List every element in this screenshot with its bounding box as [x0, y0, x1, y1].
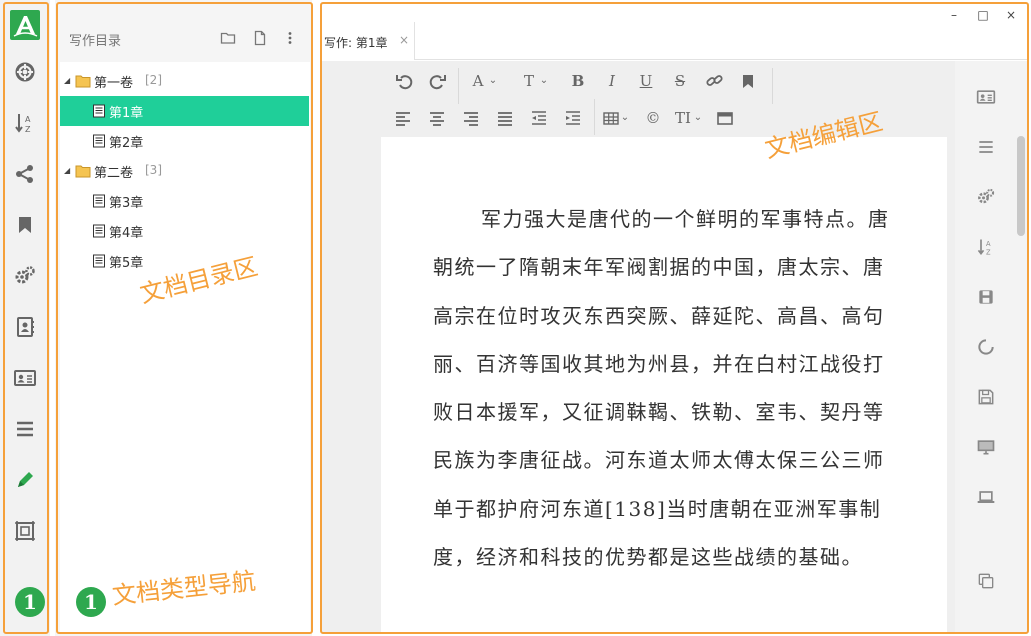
rail-highlight-box: [3, 2, 49, 634]
directory-highlight-box: [56, 2, 313, 634]
editor-highlight-box: [320, 2, 1029, 634]
